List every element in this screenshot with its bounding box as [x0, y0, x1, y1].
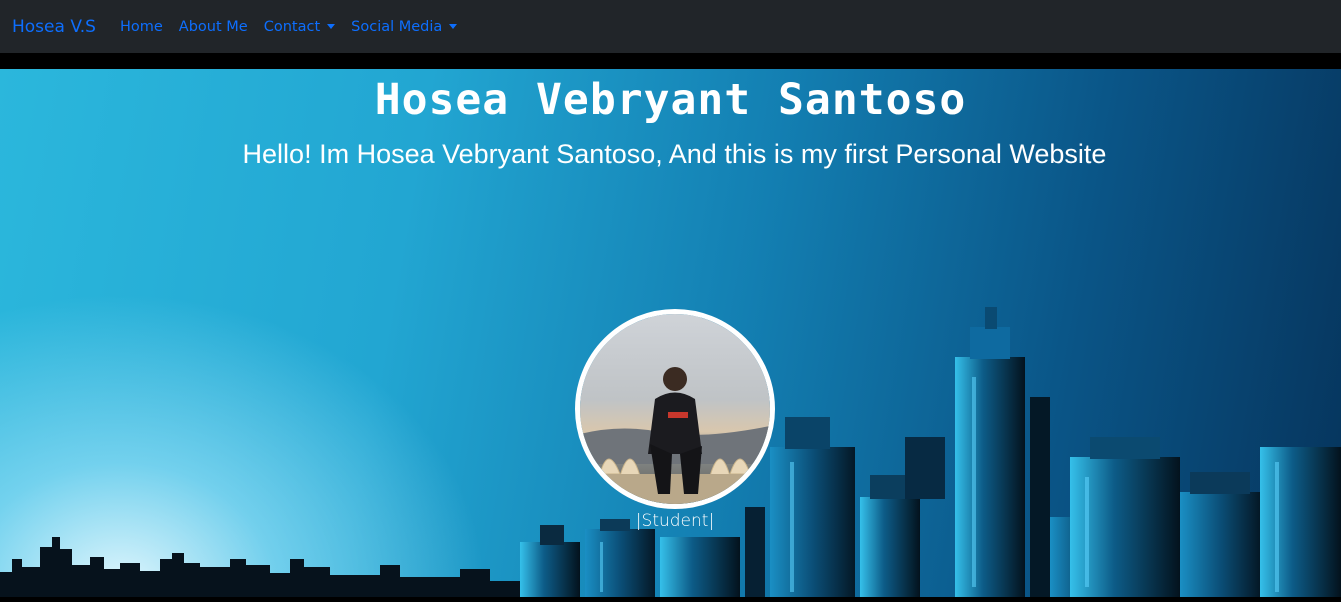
hero-banner: Hosea Vebryant Santoso Hello! Im Hosea V… — [0, 69, 1341, 597]
nav-home-label: Home — [119, 18, 163, 35]
nav-home[interactable]: Home — [120, 19, 163, 35]
caret-down-icon — [327, 24, 336, 29]
nav-contact-dropdown[interactable]: Contact — [263, 18, 336, 35]
nav-social-media-label: Social Media — [351, 18, 443, 35]
nav-about-me[interactable]: About Me — [179, 19, 248, 35]
hero-subtitle: Hello! Im Hosea Vebryant Santoso, And th… — [242, 139, 1107, 169]
nav-about-me-label: About Me — [178, 18, 248, 35]
caret-down-icon — [449, 24, 458, 29]
hero-title: Hosea Vebryant Santoso — [374, 75, 967, 125]
brand-link[interactable]: Hosea V.S — [12, 17, 96, 37]
role-label: |Student| — [635, 511, 715, 531]
nav-contact-label: Contact — [263, 18, 321, 35]
nav-social-media-dropdown[interactable]: Social Media — [351, 18, 458, 35]
profile-photo-image — [580, 314, 770, 504]
top-navbar: Hosea V.S Home About Me Contact Social M… — [0, 0, 1341, 53]
profile-photo — [575, 309, 775, 509]
